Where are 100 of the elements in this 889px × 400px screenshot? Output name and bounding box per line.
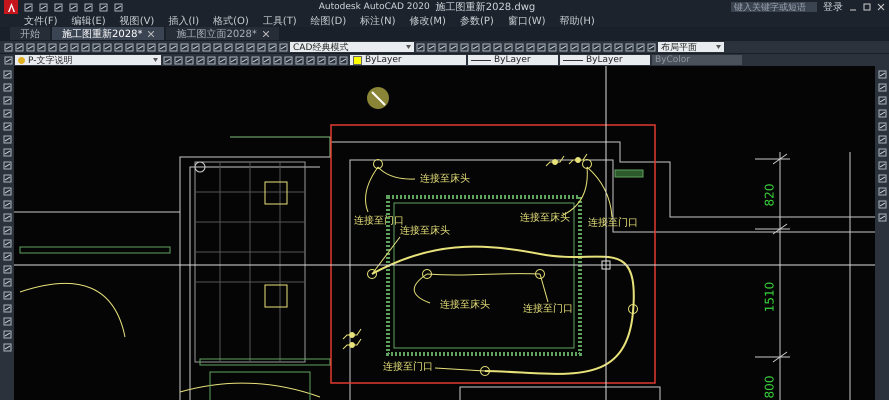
- menu-item[interactable]: 参数(P): [460, 14, 494, 28]
- tool-icon[interactable]: [251, 56, 260, 64]
- tool-icon[interactable]: [246, 42, 255, 52]
- draw-tool-icon[interactable]: [2, 213, 12, 222]
- file-tab[interactable]: 施工图立面2028*: [166, 27, 279, 40]
- tool-icon[interactable]: [279, 42, 288, 52]
- search-field[interactable]: 键入关键字或短语: [731, 2, 817, 12]
- draw-tool-icon[interactable]: [2, 226, 12, 235]
- tool-icon[interactable]: [339, 56, 348, 64]
- menu-item[interactable]: 格式(O): [213, 14, 249, 28]
- tool-icon[interactable]: [416, 42, 425, 52]
- draw-tool-icon[interactable]: [2, 200, 12, 209]
- tool-icon[interactable]: [427, 42, 436, 52]
- tool-icon[interactable]: [224, 42, 233, 52]
- tool-icon[interactable]: [625, 42, 634, 52]
- quick-access-icon[interactable]: [99, 2, 108, 12]
- draw-tool-icon[interactable]: [2, 317, 12, 326]
- menu-item[interactable]: 绘图(D): [310, 14, 346, 28]
- tool-icon[interactable]: [537, 42, 546, 52]
- menu-item[interactable]: 编辑(E): [72, 14, 106, 28]
- tool-icon[interactable]: [614, 42, 623, 52]
- tool-icon[interactable]: [570, 42, 579, 52]
- menu-item[interactable]: 文件(F): [24, 14, 58, 28]
- tool-icon[interactable]: [59, 42, 68, 52]
- draw-tool-icon[interactable]: [2, 304, 12, 313]
- quick-access-icon[interactable]: [114, 2, 123, 12]
- draw-tool-icon[interactable]: [2, 70, 12, 79]
- modify-tool-icon[interactable]: [878, 135, 886, 144]
- tool-icon[interactable]: [504, 42, 513, 52]
- draw-tool-icon[interactable]: [2, 109, 12, 118]
- tool-icon[interactable]: [471, 42, 480, 52]
- modify-tool-icon[interactable]: [878, 148, 886, 157]
- tool-icon[interactable]: [207, 56, 216, 64]
- maximize-icon[interactable]: [863, 3, 871, 11]
- tool-icon[interactable]: [158, 42, 167, 52]
- modify-tool-icon[interactable]: [878, 96, 886, 105]
- tool-icon[interactable]: [559, 42, 568, 52]
- tool-icon[interactable]: [213, 42, 222, 52]
- draw-tool-icon[interactable]: [2, 83, 12, 92]
- tool-icon[interactable]: [15, 42, 24, 52]
- layer-tool-icon[interactable]: [4, 56, 13, 64]
- draw-tool-icon[interactable]: [2, 187, 12, 196]
- tool-icon[interactable]: [81, 42, 90, 52]
- tool-icon[interactable]: [202, 42, 211, 52]
- close-icon[interactable]: [148, 30, 154, 36]
- tool-icon[interactable]: [163, 56, 172, 64]
- modify-tool-icon[interactable]: [878, 122, 886, 131]
- menu-item[interactable]: 帮助(H): [560, 14, 595, 28]
- quick-access-icon[interactable]: [54, 2, 63, 12]
- tool-icon[interactable]: [136, 42, 145, 52]
- draw-tool-icon[interactable]: [2, 278, 12, 287]
- tool-icon[interactable]: [240, 56, 249, 64]
- layer-dropdown[interactable]: P-文字说明: [15, 55, 161, 65]
- tool-icon[interactable]: [185, 56, 194, 64]
- tool-icon[interactable]: [515, 42, 524, 52]
- tool-icon[interactable]: [26, 42, 35, 52]
- tool-icon[interactable]: [592, 42, 601, 52]
- file-tab[interactable]: 开始: [10, 27, 50, 40]
- tool-icon[interactable]: [306, 56, 315, 64]
- menu-item[interactable]: 插入(I): [168, 14, 200, 28]
- modify-tool-icon[interactable]: [878, 109, 886, 118]
- modify-tool-icon[interactable]: [878, 200, 886, 209]
- tool-icon[interactable]: [273, 56, 282, 64]
- draw-tool-icon[interactable]: [2, 291, 12, 300]
- tool-icon[interactable]: [114, 42, 123, 52]
- close-icon[interactable]: [262, 30, 269, 36]
- tool-icon[interactable]: [169, 42, 178, 52]
- tool-icon[interactable]: [603, 42, 612, 52]
- tool-icon[interactable]: [125, 42, 134, 52]
- tool-icon[interactable]: [581, 42, 590, 52]
- tool-icon[interactable]: [191, 42, 200, 52]
- tool-icon[interactable]: [147, 42, 156, 52]
- tool-icon[interactable]: [92, 42, 101, 52]
- tool-icon[interactable]: [317, 56, 326, 64]
- draw-tool-icon[interactable]: [2, 265, 12, 274]
- draw-tool-icon[interactable]: [2, 330, 12, 339]
- draw-tool-icon[interactable]: [2, 161, 12, 170]
- tool-icon[interactable]: [257, 42, 266, 52]
- modify-tool-icon[interactable]: [878, 174, 886, 183]
- tool-icon[interactable]: [229, 56, 238, 64]
- tool-icon[interactable]: [174, 56, 183, 64]
- quick-access-icon[interactable]: [39, 2, 48, 12]
- tool-icon[interactable]: [647, 42, 656, 52]
- tool-icon[interactable]: [328, 56, 337, 64]
- login-link[interactable]: 登录: [823, 0, 843, 14]
- layout-dropdown[interactable]: 布局平面: [658, 42, 724, 52]
- quick-access-icon[interactable]: [84, 2, 93, 12]
- tool-icon[interactable]: [196, 56, 205, 64]
- modify-tool-icon[interactable]: [878, 83, 886, 92]
- draw-tool-icon[interactable]: [2, 148, 12, 157]
- tool-icon[interactable]: [493, 42, 502, 52]
- tool-icon[interactable]: [438, 42, 447, 52]
- menu-item[interactable]: 视图(V): [120, 14, 154, 28]
- tool-icon[interactable]: [37, 42, 46, 52]
- file-tab[interactable]: 施工图重新2028*: [52, 27, 164, 40]
- workspace-dropdown[interactable]: CAD经典模式: [290, 42, 414, 52]
- tool-icon[interactable]: [180, 42, 189, 52]
- tool-icon[interactable]: [636, 42, 645, 52]
- tool-icon[interactable]: [268, 42, 277, 52]
- tool-icon[interactable]: [295, 56, 304, 64]
